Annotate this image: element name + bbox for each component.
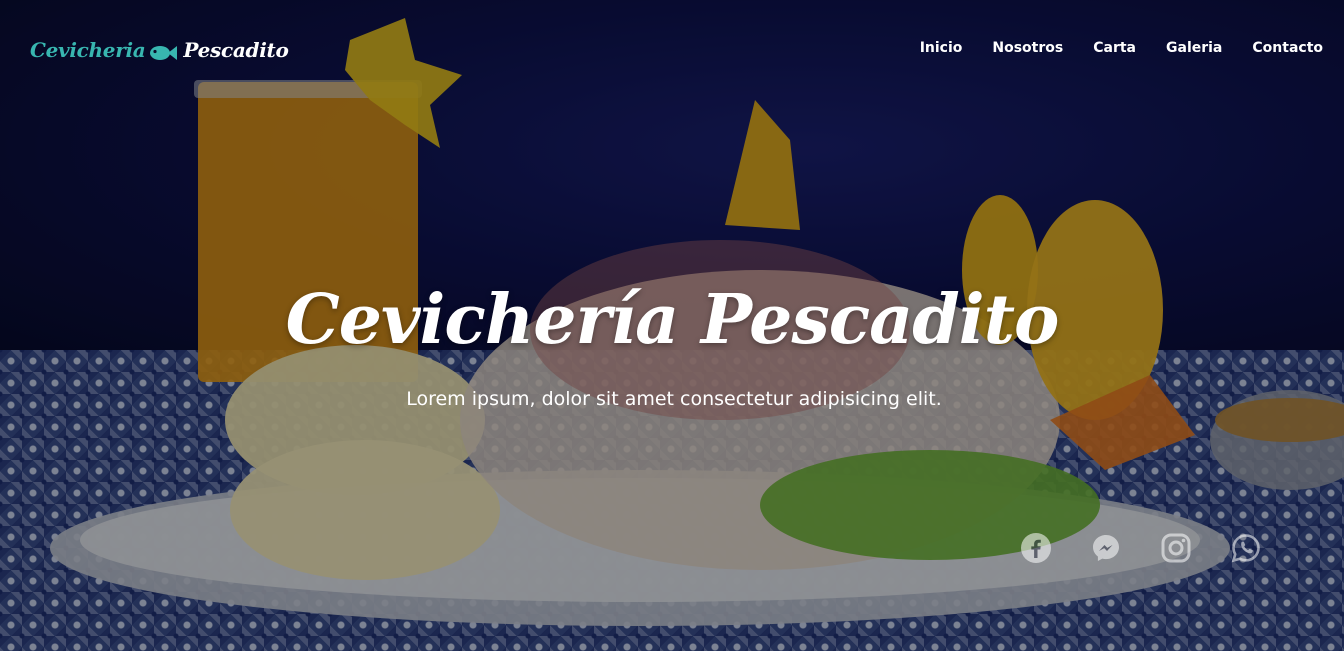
nav-link-galeria[interactable]: Galeria (1166, 40, 1222, 56)
instagram-icon[interactable] (1160, 532, 1192, 564)
nav-link-nosotros[interactable]: Nosotros (992, 40, 1063, 56)
hero-section: Cevicheria Pescadito Inicio Nosotros Car… (0, 0, 1344, 651)
brand-logo[interactable]: Cevicheria Pescadito (30, 38, 289, 62)
social-links (1020, 532, 1262, 564)
hero-title: Cevichería Pescadito (285, 279, 1060, 360)
nav-link-contacto[interactable]: Contacto (1252, 40, 1323, 56)
brand-name-part1: Cevicheria (30, 38, 146, 62)
navbar: Cevicheria Pescadito Inicio Nosotros Car… (0, 0, 1344, 100)
facebook-icon[interactable] (1020, 532, 1052, 564)
nav-menu: Inicio Nosotros Carta Galeria Contacto (920, 40, 1323, 56)
whatsapp-icon[interactable] (1230, 532, 1262, 564)
brand-name-part2: Pescadito (183, 38, 289, 62)
messenger-icon[interactable] (1090, 532, 1122, 564)
nav-link-inicio[interactable]: Inicio (920, 40, 963, 56)
hero-subtitle: Lorem ipsum, dolor sit amet consectetur … (406, 388, 942, 410)
fish-icon (149, 42, 178, 60)
nav-link-carta[interactable]: Carta (1093, 40, 1136, 56)
